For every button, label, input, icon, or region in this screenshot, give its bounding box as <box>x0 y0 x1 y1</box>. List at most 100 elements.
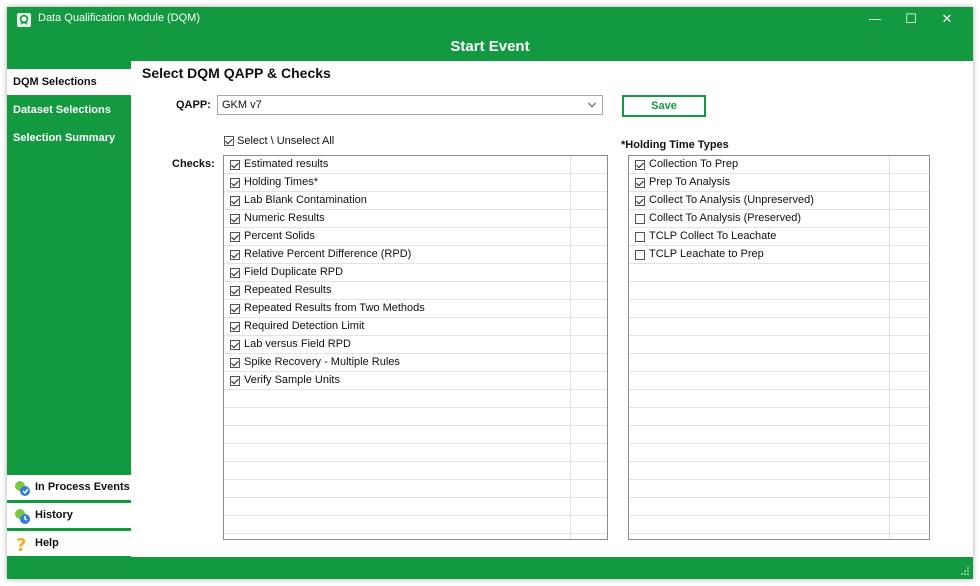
minimize-button[interactable]: — <box>857 7 893 33</box>
list-item-label: Relative Percent Difference (RPD) <box>244 248 412 260</box>
list-item-label: Numeric Results <box>244 212 325 224</box>
check-row[interactable]: Percent Solids <box>224 228 607 246</box>
checkbox[interactable] <box>230 250 240 260</box>
check-row[interactable]: Verify Sample Units <box>224 372 607 390</box>
empty-row <box>629 300 929 318</box>
qapp-selected-value: GKM v7 <box>222 99 262 111</box>
checkbox[interactable] <box>230 232 240 242</box>
empty-row <box>629 516 929 534</box>
save-button[interactable]: Save <box>622 95 706 117</box>
main-panel: Select DQM QAPP & Checks QAPP: GKM v7 Sa… <box>131 61 973 557</box>
status-bar <box>7 557 973 579</box>
empty-row <box>629 480 929 498</box>
empty-row <box>224 444 607 462</box>
list-item-label: Spike Recovery - Multiple Rules <box>244 356 400 368</box>
checkbox[interactable] <box>230 376 240 386</box>
list-item-label: Holding Times* <box>244 176 318 188</box>
list-item-label: Repeated Results from Two Methods <box>244 302 425 314</box>
sidebar-item-label: DQM Selections <box>13 76 97 88</box>
sidebar-item-history[interactable]: History <box>7 502 131 528</box>
checkbox[interactable] <box>230 322 240 332</box>
select-all-checkbox[interactable] <box>224 136 234 146</box>
check-row[interactable]: Relative Percent Difference (RPD) <box>224 246 607 264</box>
check-row[interactable]: Holding Times* <box>224 174 607 192</box>
page-header: Start Event <box>450 38 530 55</box>
list-item-label: Collection To Prep <box>649 158 739 170</box>
empty-row <box>224 498 607 516</box>
list-item-label: TCLP Collect To Leachate <box>649 230 777 242</box>
resize-grip-icon[interactable] <box>961 567 969 575</box>
checkbox[interactable] <box>230 178 240 188</box>
sidebar-item-label: Selection Summary <box>13 132 116 144</box>
check-row[interactable]: Lab versus Field RPD <box>224 336 607 354</box>
holding-time-row[interactable]: Collection To Prep <box>629 156 929 174</box>
holding-time-types-list[interactable]: Collection To Prep Prep To Analysis Collec… <box>628 155 930 540</box>
title-bar[interactable]: Data Qualification Module (DQM) — ☐ ✕ <box>7 7 973 33</box>
help-icon: ? <box>16 535 26 553</box>
checkbox[interactable] <box>230 304 240 314</box>
list-item-label: Estimated results <box>244 158 329 170</box>
check-row[interactable]: Lab Blank Contamination <box>224 192 607 210</box>
sidebar-item-in-process-events[interactable]: In Process Events <box>7 474 131 500</box>
checkbox[interactable] <box>230 196 240 206</box>
qapp-label: QAPP: <box>176 99 211 111</box>
holding-time-row[interactable]: TCLP Collect To Leachate <box>629 228 929 246</box>
empty-row <box>629 354 929 372</box>
checkbox[interactable] <box>230 214 240 224</box>
check-row[interactable]: Field Duplicate RPD <box>224 264 607 282</box>
window-title: Data Qualification Module (DQM) <box>38 12 201 24</box>
checkbox[interactable] <box>635 160 645 170</box>
checkbox[interactable] <box>230 340 240 350</box>
sidebar-item-label: History <box>35 509 73 521</box>
sidebar-item-help[interactable]: ? Help <box>7 530 131 556</box>
empty-row <box>629 318 929 336</box>
select-all-label: Select \ Unselect All <box>237 135 335 147</box>
checkbox[interactable] <box>635 214 645 224</box>
list-item-label: Prep To Analysis <box>649 176 731 188</box>
checks-list[interactable]: Estimated results Holding Times* Lab Blank… <box>223 155 608 540</box>
list-item-label: Collect To Analysis (Unpreserved) <box>649 194 814 206</box>
checkbox[interactable] <box>635 250 645 260</box>
holding-time-row[interactable]: Collect To Analysis (Preserved) <box>629 210 929 228</box>
checkbox[interactable] <box>230 286 240 296</box>
checkbox[interactable] <box>230 268 240 278</box>
sidebar-item-label: Help <box>35 537 59 549</box>
events-icon <box>15 481 30 496</box>
maximize-button[interactable]: ☐ <box>893 7 929 33</box>
check-row[interactable]: Numeric Results <box>224 210 607 228</box>
checkbox[interactable] <box>635 232 645 242</box>
sidebar-item-dqm-selections[interactable]: DQM Selections <box>7 69 131 95</box>
empty-row <box>629 282 929 300</box>
checkbox[interactable] <box>230 160 240 170</box>
empty-row <box>629 426 929 444</box>
checkbox[interactable] <box>230 358 240 368</box>
list-item-label: Collect To Analysis (Preserved) <box>649 212 802 224</box>
check-row[interactable]: Estimated results <box>224 156 607 174</box>
check-row[interactable]: Required Detection Limit <box>224 318 607 336</box>
check-row[interactable]: Spike Recovery - Multiple Rules <box>224 354 607 372</box>
holding-time-row[interactable]: Collect To Analysis (Unpreserved) <box>629 192 929 210</box>
close-button[interactable]: ✕ <box>929 7 965 33</box>
empty-row <box>224 480 607 498</box>
empty-row <box>629 264 929 282</box>
qapp-select[interactable]: GKM v7 <box>217 95 603 115</box>
sidebar: DQM Selections Dataset Selections Select… <box>7 61 131 557</box>
app-window: Data Qualification Module (DQM) — ☐ ✕ St… <box>7 7 973 579</box>
empty-row <box>224 408 607 426</box>
check-row[interactable]: Repeated Results <box>224 282 607 300</box>
list-item-label: Percent Solids <box>244 230 315 242</box>
sidebar-item-label: Dataset Selections <box>13 104 111 116</box>
list-item-label: TCLP Leachate to Prep <box>649 248 764 260</box>
empty-row <box>629 462 929 480</box>
checkbox[interactable] <box>635 196 645 206</box>
empty-row <box>224 390 607 408</box>
list-item-label: Repeated Results <box>244 284 332 296</box>
holding-time-row[interactable]: Prep To Analysis <box>629 174 929 192</box>
check-row[interactable]: Repeated Results from Two Methods <box>224 300 607 318</box>
holding-time-row[interactable]: TCLP Leachate to Prep <box>629 246 929 264</box>
sidebar-item-selection-summary[interactable]: Selection Summary <box>7 125 131 151</box>
chevron-down-icon <box>588 102 596 108</box>
checkbox[interactable] <box>635 178 645 188</box>
empty-row <box>629 498 929 516</box>
sidebar-item-dataset-selections[interactable]: Dataset Selections <box>7 97 131 123</box>
